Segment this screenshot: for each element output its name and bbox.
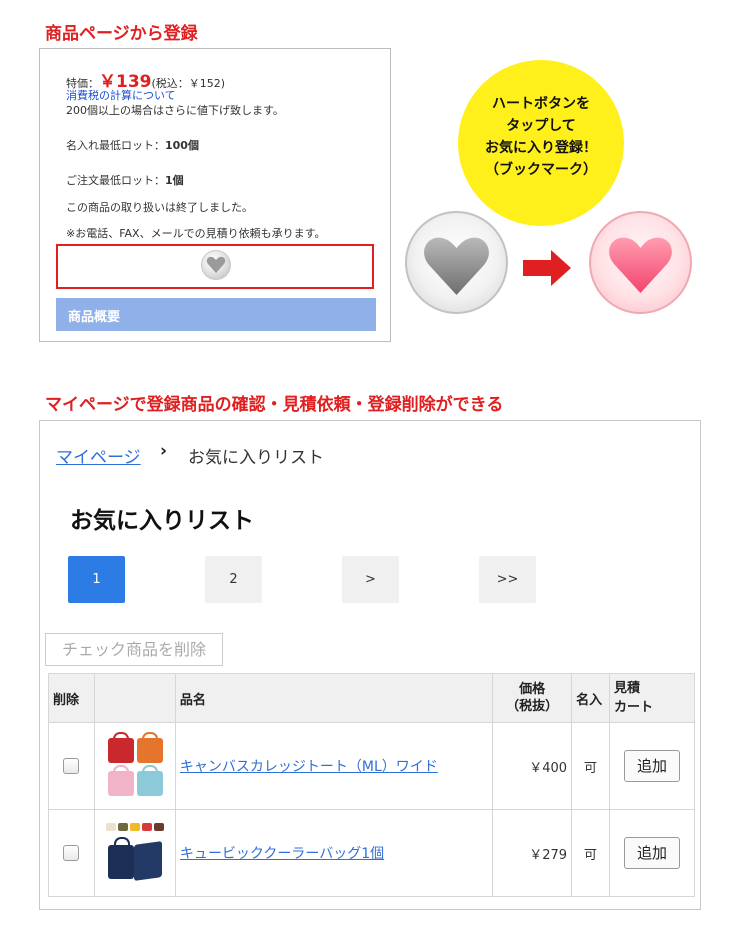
image-cell (93, 722, 176, 810)
name-cell: キュービッククーラーバッグ1個 (174, 809, 494, 897)
favorites-panel: マイページ › お気に入りリスト お気に入りリスト 1 2 > >> チェック商… (39, 420, 701, 910)
min-lot-order-label: ご注文最低ロット： (66, 174, 165, 187)
chevron-right-icon: › (160, 441, 168, 461)
pink-heart-shape (609, 237, 672, 293)
delete-checked-button[interactable]: チェック商品を削除 (45, 633, 223, 666)
price-cell: ￥400 (492, 722, 573, 810)
table-row: キャンバスカレッジトート（ML）ワイド ￥400 可 追加 (48, 722, 695, 810)
section-heading-register: 商品ページから登録 (45, 24, 198, 44)
breadcrumb-current: お気に入りリスト (188, 448, 324, 468)
callout-line: （ブックマーク） (485, 162, 597, 178)
name-cell: キャンバスカレッジトート（ML）ワイド (174, 722, 494, 810)
product-info-box: 特価：￥139(税込：￥152) 消費税の計算について 200個以上の場合はさら… (39, 48, 391, 342)
product-link[interactable]: キャンバスカレッジトート（ML）ワイド (180, 759, 438, 775)
product-thumbnail-tote[interactable] (104, 732, 166, 800)
image-cell (93, 809, 176, 897)
col-header-name: 品名 (174, 673, 494, 723)
min-lot-order-value: 1個 (165, 174, 184, 187)
tax-calc-link[interactable]: 消費税の計算について (66, 87, 176, 103)
heart-button-highlight (56, 244, 374, 289)
heart-icon-pink (589, 211, 692, 314)
min-lot-name-label: 名入れ最低ロット： (66, 139, 165, 152)
favorites-table: 削除 品名 価格 （税抜） 名入 見積 カート キャンバスカレッジトート（ML）… (48, 673, 695, 897)
callout-line: ハートボタンを (492, 96, 590, 112)
naire-value: 可 (584, 847, 598, 863)
breadcrumb-mypage-link[interactable]: マイページ (56, 443, 141, 468)
add-to-cart-button[interactable]: 追加 (624, 837, 681, 869)
col-header-delete: 削除 (48, 673, 95, 723)
price-value: ￥279 (529, 847, 568, 863)
price-cell: ￥279 (492, 809, 573, 897)
col-header-price: 価格 （税抜） (492, 673, 573, 723)
page-button-last[interactable]: >> (479, 556, 536, 603)
min-lot-name: 名入れ最低ロット：100個 (66, 137, 199, 153)
estimate-note: ※お電話、FAX、メールでの見積り依頼も承ります。 (66, 227, 326, 240)
arrow-right-icon (523, 250, 571, 286)
delete-cell (48, 722, 95, 810)
product-overview-label: 商品概要 (68, 310, 121, 325)
page-button-2[interactable]: 2 (205, 556, 262, 603)
col-header-estimate-line1: 見積 (614, 681, 641, 696)
add-cell: 追加 (609, 809, 695, 897)
col-header-price-line1: 価格 (519, 682, 546, 697)
callout-line: お気に入り登録！ (485, 140, 597, 156)
page-button-next[interactable]: > (342, 556, 399, 603)
price-value: ￥400 (529, 760, 568, 776)
table-row: キュービッククーラーバッグ1個 ￥279 可 追加 (48, 809, 695, 897)
col-header-naire: 名入 (571, 673, 611, 723)
col-header-image (93, 673, 176, 723)
instruction-callout: ハートボタンを タップして お気に入り登録！ （ブックマーク） (458, 60, 624, 226)
col-header-estimate-line2: カート (614, 700, 654, 715)
favorite-heart-button[interactable] (201, 250, 231, 280)
delete-checkbox[interactable] (63, 758, 80, 774)
naire-cell: 可 (571, 809, 611, 897)
col-header-price-line2: （税抜） (506, 699, 559, 714)
min-lot-order: ご注文最低ロット：1個 (66, 172, 184, 188)
min-lot-name-value: 100個 (165, 139, 199, 152)
heart-icon (206, 256, 226, 273)
heart-icon-gray (405, 211, 508, 314)
delete-cell (48, 809, 95, 897)
page-button-1[interactable]: 1 (68, 556, 125, 603)
page-title: お気に入りリスト (70, 508, 254, 534)
col-header-estimate: 見積 カート (609, 673, 695, 723)
callout-line: タップして (506, 118, 576, 134)
naire-value: 可 (584, 760, 598, 776)
naire-cell: 可 (571, 722, 611, 810)
table-header-row: 削除 品名 価格 （税抜） 名入 見積 カート (48, 673, 695, 723)
product-link[interactable]: キュービッククーラーバッグ1個 (180, 846, 384, 862)
product-thumbnail-cooler[interactable] (104, 819, 166, 887)
product-overview-bar: 商品概要 (56, 298, 376, 331)
section-heading-mypage: マイページで登録商品の確認・見積依頼・登録削除ができる (45, 395, 504, 415)
add-cell: 追加 (609, 722, 695, 810)
discount-note: 200個以上の場合はさらに値下げ致します。 (66, 104, 284, 117)
delete-checkbox[interactable] (63, 845, 80, 861)
add-to-cart-button[interactable]: 追加 (624, 750, 681, 782)
gray-heart-shape (424, 237, 489, 295)
discontinued-note: この商品の取り扱いは終了しました。 (66, 201, 253, 214)
